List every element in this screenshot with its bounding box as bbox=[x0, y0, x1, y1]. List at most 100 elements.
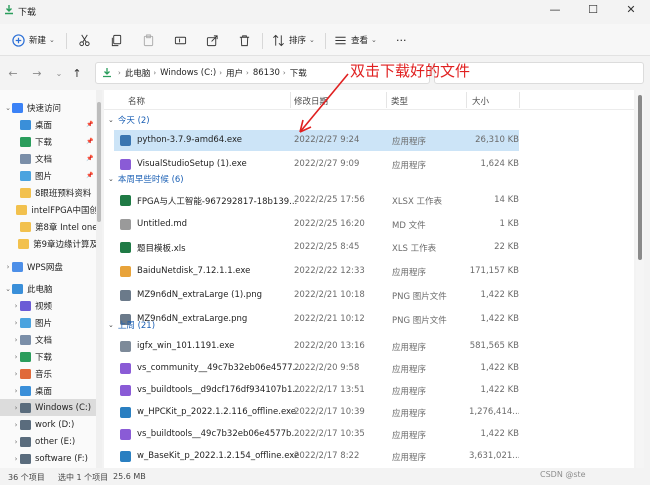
nav-item[interactable]: 8眼班预料资料 bbox=[0, 184, 98, 201]
nav-item[interactable]: ⌄ 此电脑 bbox=[0, 280, 98, 297]
file-size: 1,422 KB bbox=[480, 313, 519, 324]
close-button[interactable]: ✕ bbox=[612, 0, 650, 22]
nav-item[interactable]: 文档 📌 bbox=[0, 150, 98, 167]
maximize-button[interactable]: ☐ bbox=[574, 0, 612, 22]
file-name: w_BaseKit_p_2022.1.2.154_offline.exe bbox=[137, 451, 300, 461]
file-row[interactable]: igfx_win_101.1191.exe 2022/2/20 13:16 应用程序… bbox=[114, 336, 519, 357]
file-row[interactable]: vs_buildtools__d9dcf176df934107b1... 2022… bbox=[114, 380, 519, 401]
chevron-right-icon[interactable]: › bbox=[12, 404, 20, 412]
nav-item-label: 此电脑 bbox=[27, 284, 53, 295]
file-row[interactable]: MZ9n6dN_extraLarge (1).png 2022/2/21 10:1… bbox=[114, 285, 519, 306]
watermark: CSDN @ste bbox=[540, 470, 586, 479]
breadcrumb-user-folder[interactable]: 86130 bbox=[253, 68, 280, 78]
nav-item[interactable]: 桌面 📌 bbox=[0, 116, 98, 133]
breadcrumb-this-pc[interactable]: 此电脑 bbox=[125, 67, 151, 79]
breadcrumb-users[interactable]: 用户 bbox=[226, 67, 243, 79]
file-row[interactable]: FPGA与人工智能-967292817-18b139... 2022/2/25 1… bbox=[114, 190, 519, 211]
file-row[interactable]: 题目模板.xls 2022/2/25 8:45 XLS 工作表 22 KB bbox=[114, 237, 519, 258]
share-button[interactable] bbox=[206, 32, 219, 48]
column-header-type[interactable]: 类型 bbox=[391, 95, 408, 107]
file-size: 14 KB bbox=[494, 195, 519, 205]
nav-item[interactable]: › 音乐 bbox=[0, 365, 98, 382]
file-row[interactable]: w_BaseKit_p_2022.1.2.154_offline.exe 2022… bbox=[114, 446, 519, 467]
chevron-down-icon[interactable]: ⌄ bbox=[4, 285, 12, 293]
chevron-down-icon[interactable]: ⌄ bbox=[108, 321, 114, 329]
chevron-right-icon[interactable]: › bbox=[12, 353, 20, 361]
column-divider[interactable] bbox=[466, 92, 467, 108]
recent-chevron-icon[interactable]: ⌄ bbox=[52, 67, 66, 81]
nav-item[interactable]: › Windows (C:) bbox=[0, 399, 98, 416]
chevron-down-icon: ⌄ bbox=[309, 36, 315, 44]
download-icon bbox=[20, 136, 31, 147]
file-type: 应用程序 bbox=[392, 387, 427, 397]
nav-item[interactable]: › 视频 bbox=[0, 297, 98, 314]
column-header-size[interactable]: 大小 bbox=[472, 95, 489, 107]
minimize-button[interactable]: — bbox=[536, 0, 574, 22]
new-button[interactable]: 新建 ⌄ bbox=[12, 32, 55, 48]
group-header[interactable]: ⌄ 上周 (21) bbox=[108, 318, 155, 332]
file-list-scrollbar[interactable] bbox=[636, 90, 644, 468]
nav-item-label: 桌面 bbox=[35, 120, 53, 131]
nav-item[interactable]: › work (D:) bbox=[0, 416, 98, 433]
paste-button[interactable] bbox=[142, 32, 155, 48]
nav-item[interactable]: › other (E:) bbox=[0, 433, 98, 450]
up-arrow-icon[interactable]: ↑ bbox=[70, 67, 84, 81]
chevron-right-icon[interactable]: › bbox=[12, 455, 20, 463]
nav-scrollbar-thumb[interactable] bbox=[97, 102, 101, 222]
breadcrumb-windows-c[interactable]: Windows (C:) bbox=[160, 68, 216, 78]
nav-scrollbar[interactable] bbox=[96, 90, 102, 468]
nav-item[interactable]: › WPS网盘 bbox=[0, 258, 98, 275]
rename-button[interactable] bbox=[174, 32, 187, 48]
copy-button[interactable] bbox=[110, 32, 123, 48]
drive-icon bbox=[20, 402, 31, 413]
chevron-down-icon[interactable]: ⌄ bbox=[108, 116, 114, 124]
chevron-right-icon[interactable]: › bbox=[12, 387, 20, 395]
baidu-netdisk-icon bbox=[120, 266, 131, 278]
nav-item[interactable]: 第9章边缘计算及 bbox=[0, 235, 98, 252]
chevron-right-icon[interactable]: › bbox=[12, 336, 20, 344]
sort-button[interactable]: 排序 ⌄ bbox=[272, 32, 315, 48]
file-list-scrollbar-thumb[interactable] bbox=[638, 95, 642, 260]
chevron-right-icon[interactable]: › bbox=[12, 319, 20, 327]
nav-item[interactable]: › 桌面 bbox=[0, 382, 98, 399]
column-divider[interactable] bbox=[386, 92, 387, 108]
nav-item[interactable]: ⌄ 快速访问 bbox=[0, 99, 98, 116]
more-options-button[interactable]: ··· bbox=[396, 32, 407, 48]
forward-arrow-icon[interactable]: → bbox=[30, 67, 44, 81]
nav-item[interactable]: 下载 📌 bbox=[0, 133, 98, 150]
file-type: XLSX 工作表 bbox=[392, 197, 442, 207]
nav-item[interactable]: › 下载 bbox=[0, 348, 98, 365]
file-row[interactable]: w_HPCKit_p_2022.1.2.116_offline.exe 2022/… bbox=[114, 402, 519, 423]
chevron-down-icon[interactable]: ⌄ bbox=[108, 175, 114, 183]
nav-item[interactable]: 图片 📌 bbox=[0, 167, 98, 184]
chevron-right-icon[interactable]: › bbox=[12, 438, 20, 446]
column-divider[interactable] bbox=[519, 92, 520, 108]
chevron-down-icon[interactable]: ⌄ bbox=[4, 104, 12, 112]
nav-item-label: 8眼班预料资料 bbox=[35, 188, 92, 199]
chevron-right-icon[interactable]: › bbox=[12, 370, 20, 378]
file-size: 1,624 KB bbox=[480, 158, 519, 169]
nav-item-label: 第8章 Intel one bbox=[35, 222, 98, 233]
file-row[interactable]: MZ9n6dN_extraLarge.png 2022/2/21 10:12 PNG… bbox=[114, 309, 519, 330]
file-name: 题目模板.xls bbox=[137, 244, 186, 255]
file-row[interactable]: BaiduNetdisk_7.12.1.1.exe 2022/2/22 12:33… bbox=[114, 261, 519, 282]
back-arrow-icon[interactable]: ← bbox=[6, 67, 20, 81]
nav-item[interactable]: intelFPGA中国创 bbox=[0, 201, 98, 218]
group-header[interactable]: ⌄ 今天 (2) bbox=[108, 113, 150, 127]
chevron-right-icon[interactable]: › bbox=[12, 421, 20, 429]
group-header[interactable]: ⌄ 本周早些时候 (6) bbox=[108, 172, 184, 186]
chevron-right-icon[interactable]: › bbox=[12, 302, 20, 310]
nav-item-label: intelFPGA中国创 bbox=[31, 205, 98, 216]
delete-button[interactable] bbox=[238, 32, 251, 48]
nav-item[interactable]: › 文档 bbox=[0, 331, 98, 348]
column-header-name[interactable]: 名称 bbox=[128, 95, 145, 107]
file-row[interactable]: vs_community__49c7b32eb06e4577... 2022/2/… bbox=[114, 358, 519, 379]
nav-item[interactable]: › software (F:) bbox=[0, 450, 98, 467]
cut-button[interactable] bbox=[78, 32, 91, 48]
chevron-right-icon[interactable]: › bbox=[4, 263, 12, 271]
nav-item[interactable]: › 图片 bbox=[0, 314, 98, 331]
nav-item[interactable]: 第8章 Intel one bbox=[0, 218, 98, 235]
file-row[interactable]: Untitled.md 2022/2/25 16:20 MD 文件 1 KB bbox=[114, 214, 519, 235]
view-button[interactable]: 查看 ⌄ bbox=[334, 32, 377, 48]
file-row[interactable]: vs_buildtools__49c7b32eb06e4577b... 2022/… bbox=[114, 424, 519, 445]
